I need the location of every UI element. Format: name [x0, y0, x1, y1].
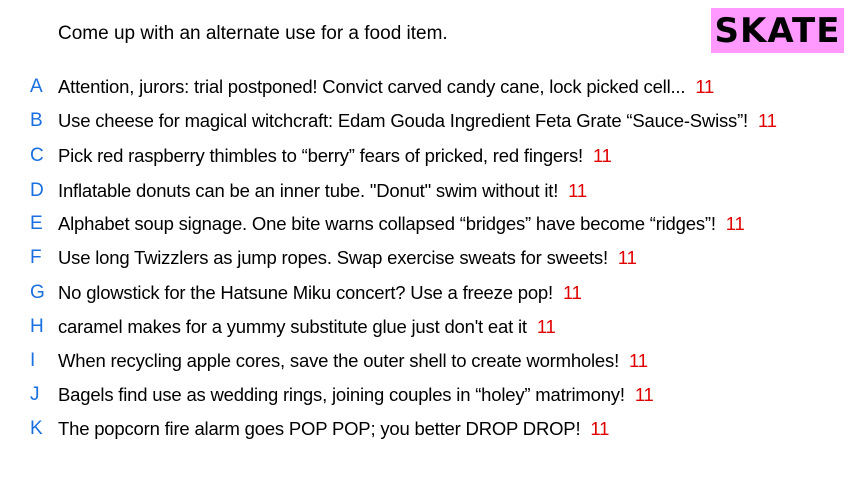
answer-text-line: No glowstick for the Hatsune Miku concer… — [58, 281, 582, 305]
answer-letter: F — [30, 247, 42, 268]
answer-text-line: Attention, jurors: trial postponed! Conv… — [58, 75, 714, 99]
answer-score: 11 — [758, 110, 777, 131]
answer-text: No glowstick for the Hatsune Miku concer… — [58, 282, 553, 303]
answer-text: Inflatable donuts can be an inner tube. … — [58, 180, 559, 201]
answer-text: Attention, jurors: trial postponed! Conv… — [58, 76, 686, 97]
answer-text: Pick red raspberry thimbles to “berry” f… — [58, 145, 583, 166]
answer-letter: H — [30, 316, 44, 337]
answer-text: Use cheese for magical witchcraft: Edam … — [58, 110, 748, 131]
answer-score: 11 — [629, 350, 648, 371]
answer-score: 11 — [562, 282, 582, 303]
answer-item-g[interactable]: G No glowstick for the Hatsune Miku conc… — [0, 279, 853, 307]
answer-text-line: Inflatable donuts can be an inner tube. … — [58, 179, 587, 203]
answer-text-line: Use long Twizzlers as jump ropes. Swap e… — [58, 246, 637, 270]
answer-text-line: caramel makes for a yummy substitute glu… — [58, 315, 556, 339]
answer-item-i[interactable]: I When recycling apple cores, save the o… — [0, 347, 853, 375]
answer-letter: J — [30, 384, 40, 405]
answer-item-b[interactable]: B Use cheese for magical witchcraft: Eda… — [0, 107, 853, 135]
answer-item-k[interactable]: K The popcorn fire alarm goes POP POP; y… — [0, 415, 853, 443]
answer-score: 11 — [536, 316, 556, 337]
answer-item-c[interactable]: C Pick red raspberry thimbles to “berry”… — [0, 142, 853, 170]
answer-letter: D — [30, 180, 44, 201]
answer-score: 11 — [568, 180, 587, 201]
answer-item-e[interactable]: E Alphabet soup signage. One bite warns … — [0, 210, 853, 238]
answer-letter: A — [30, 76, 43, 97]
answer-letter: E — [30, 213, 43, 234]
answer-score: 11 — [592, 145, 612, 166]
answer-item-f[interactable]: F Use long Twizzlers as jump ropes. Swap… — [0, 244, 853, 272]
answer-text-line: Pick red raspberry thimbles to “berry” f… — [58, 144, 612, 168]
answer-item-a[interactable]: A Attention, jurors: trial postponed! Co… — [0, 73, 853, 101]
answer-text-line: Use cheese for magical witchcraft: Edam … — [58, 109, 777, 133]
answer-score: 11 — [695, 76, 715, 97]
answer-letter: B — [30, 110, 43, 131]
answer-text: Alphabet soup signage. One bite warns co… — [58, 213, 716, 234]
answer-text: The popcorn fire alarm goes POP POP; you… — [58, 418, 581, 439]
answer-score: 11 — [634, 384, 654, 405]
answer-item-j[interactable]: J Bagels find use as wedding rings, join… — [0, 381, 853, 409]
answer-score: 11 — [617, 247, 637, 268]
answer-score: 11 — [590, 418, 610, 439]
answer-text: Bagels find use as wedding rings, joinin… — [58, 384, 625, 405]
answer-text: caramel makes for a yummy substitute glu… — [58, 316, 527, 337]
answer-letter: K — [30, 418, 43, 439]
answer-score: 11 — [725, 213, 745, 234]
mode-badge: SKATE — [711, 8, 844, 53]
answer-letter: I — [30, 350, 36, 371]
prompt-text: Come up with an alternate use for a food… — [58, 23, 448, 44]
answer-item-h[interactable]: H caramel makes for a yummy substitute g… — [0, 313, 853, 341]
answer-letter: G — [30, 282, 45, 303]
answer-text-line: The popcorn fire alarm goes POP POP; you… — [58, 417, 609, 441]
answer-text-line: When recycling apple cores, save the out… — [58, 349, 648, 373]
answer-text: When recycling apple cores, save the out… — [58, 350, 620, 371]
answer-text-line: Alphabet soup signage. One bite warns co… — [58, 212, 745, 236]
answer-letter: C — [30, 145, 44, 166]
answer-item-d[interactable]: D Inflatable donuts can be an inner tube… — [0, 177, 853, 205]
answer-text: Use long Twizzlers as jump ropes. Swap e… — [58, 247, 608, 268]
answer-text-line: Bagels find use as wedding rings, joinin… — [58, 383, 654, 407]
